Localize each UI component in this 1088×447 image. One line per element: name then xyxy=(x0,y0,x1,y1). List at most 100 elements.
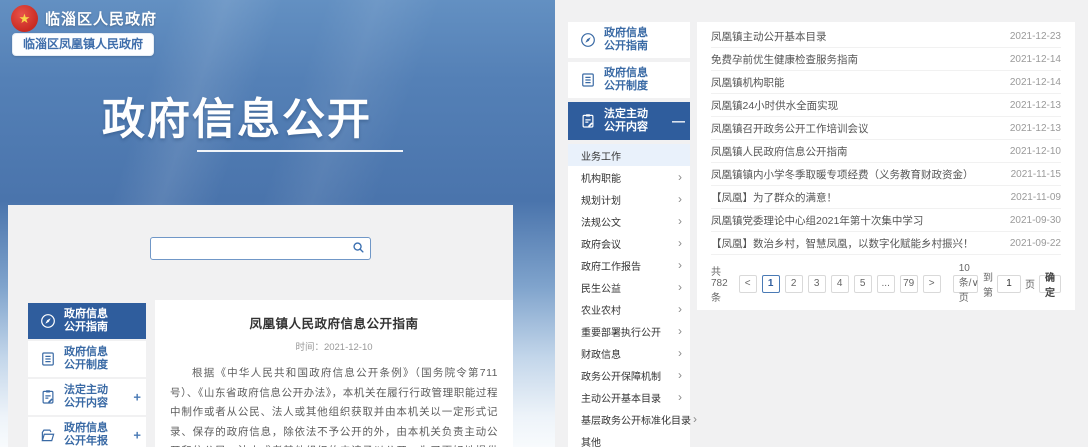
list-item-title: 凤凰镇镇内小学冬季取暖专项经费（义务教育财政资金） xyxy=(711,167,974,182)
page-size-select[interactable]: 10 条/页 ∨ xyxy=(953,275,978,293)
right-panel-statutory-disclosure-list: 政府信息公开指南 政府信息公开制度 法定主动公开内容 — 业务工作 机构职能› … xyxy=(555,0,1088,447)
folder-icon xyxy=(39,426,57,444)
expand-plus-icon[interactable]: + xyxy=(133,390,141,405)
article-date: 时间：2021-12-10 xyxy=(155,339,513,353)
submenu-item-planning[interactable]: 规划计划› xyxy=(568,188,690,210)
submenu-item-guarantee-mechanism[interactable]: 政务公开保障机制› xyxy=(568,364,690,386)
sidebar-item-label: 政府信息公开指南 xyxy=(604,27,648,53)
emblem-star-icon: ★ xyxy=(19,11,31,27)
page-ellipsis[interactable]: ... xyxy=(877,275,895,293)
list-item-title: 【凤凰】数治乡村，智慧凤凰，以数字化赋能乡村振兴！ xyxy=(711,236,974,251)
list-item[interactable]: 凤凰镇24小时供水全面实现2021-12-13 xyxy=(711,94,1061,117)
sidebar-item-label: 法定主动公开内容 xyxy=(64,384,108,410)
sidebar-item-disclosure-guide[interactable]: 政府信息公开指南 xyxy=(28,303,146,339)
sidebar-item-annual-report[interactable]: 政府信息公开年报 + xyxy=(28,417,146,447)
town-government-button[interactable]: 临淄区凤凰镇人民政府 xyxy=(12,33,154,56)
page: ★ 临淄区人民政府 临淄区凤凰镇人民政府 政府信息公开 政府信息公开指南 政府信… xyxy=(0,0,1088,447)
list-item[interactable]: 凤凰镇机构职能 2021-12-14 xyxy=(711,71,1061,94)
search-icon xyxy=(351,240,366,258)
submenu-item-agriculture[interactable]: 农业农村› xyxy=(568,298,690,320)
submenu-item-key-deployments[interactable]: 重要部署执行公开› xyxy=(568,320,690,342)
page-button-79[interactable]: 79 xyxy=(900,275,918,293)
sidebar-item-disclosure-system[interactable]: 政府信息公开制度 xyxy=(28,341,146,377)
topbar: ★ 临淄区人民政府 xyxy=(11,5,157,32)
list-item[interactable]: 【凤凰】为了群众的满意！2021-11-09 xyxy=(711,186,1061,209)
submenu-item-fiscal-info[interactable]: 财政信息› xyxy=(568,342,690,364)
sidebar-item-statutory-disclosure[interactable]: 法定主动公开内容 + xyxy=(28,379,146,415)
list-item[interactable]: 凤凰镇召开政务公开工作培训会议2021-12-13 xyxy=(711,117,1061,140)
chevron-right-icon: › xyxy=(678,170,682,184)
list-item[interactable]: 免费孕前优生健康检查服务指南 2021-12-14 xyxy=(711,48,1061,71)
pagination: 共 782 条 < 1 2 3 4 5 ... 79 > 10 条/页 ∨ 到第… xyxy=(711,263,1061,304)
submenu-item-livelihood[interactable]: 民生公益› xyxy=(568,276,690,298)
list-item-date: 2021-12-14 xyxy=(1010,54,1061,65)
submenu-item-work-report[interactable]: 政府工作报告› xyxy=(568,254,690,276)
site-name-link[interactable]: 临淄区人民政府 xyxy=(45,8,157,29)
sidebar-item-label: 法定主动公开内容 xyxy=(604,108,648,134)
goto-page-input[interactable] xyxy=(997,275,1021,293)
article-title: 凤凰镇人民政府信息公开指南 xyxy=(155,313,513,332)
goto-label: 到第 xyxy=(983,269,993,299)
goto-page-group: 到第 页 确定 xyxy=(983,269,1061,299)
expand-plus-icon[interactable]: + xyxy=(133,428,141,443)
list-item[interactable]: 凤凰镇主动公开基本目录 2021-12-23 xyxy=(711,25,1061,48)
list-item-title: 凤凰镇党委理论中心组2021年第十次集中学习 xyxy=(711,213,923,228)
list-item-date: 2021-12-13 xyxy=(1010,100,1061,111)
list-item[interactable]: 【凤凰】数治乡村，智慧凤凰，以数字化赋能乡村振兴！ 2021-09-22 xyxy=(711,232,1061,255)
list-item-date: 2021-09-30 xyxy=(1010,215,1061,226)
page-button-3[interactable]: 3 xyxy=(808,275,826,293)
list-item[interactable]: 凤凰镇党委理论中心组2021年第十次集中学习 2021-09-30 xyxy=(711,209,1061,232)
clipboard-pencil-icon xyxy=(579,112,597,130)
list-item-date: 2021-11-15 xyxy=(1011,169,1061,180)
list-item-date: 2021-12-23 xyxy=(1010,31,1061,42)
page-button-5[interactable]: 5 xyxy=(854,275,872,293)
list-item-title: 凤凰镇主动公开基本目录 xyxy=(711,29,827,44)
list-item-date: 2021-09-22 xyxy=(1010,238,1061,249)
sidebar-item-label: 政府信息公开制度 xyxy=(64,346,108,372)
chevron-right-icon: › xyxy=(693,412,697,426)
submenu-item-other[interactable]: 其他 xyxy=(568,430,690,447)
sidebar-item-label: 政府信息公开制度 xyxy=(604,67,648,93)
search-button[interactable] xyxy=(346,238,370,259)
sidebar-item-statutory-disclosure[interactable]: 法定主动公开内容 — xyxy=(568,102,690,140)
submenu-item-basic-catalog[interactable]: 主动公开基本目录› xyxy=(568,386,690,408)
chevron-right-icon: › xyxy=(678,214,682,228)
list-item-title: 凤凰镇机构职能 xyxy=(711,75,785,90)
national-emblem-logo: ★ xyxy=(11,5,38,32)
page-button-4[interactable]: 4 xyxy=(831,275,849,293)
submenu-item-gov-meetings[interactable]: 政府会议› xyxy=(568,232,690,254)
submenu-item-standardized-catalog[interactable]: 基层政务公开标准化目录› xyxy=(568,408,690,430)
left-panel-info-disclosure-home: ★ 临淄区人民政府 临淄区凤凰镇人民政府 政府信息公开 政府信息公开指南 政府信… xyxy=(0,0,555,447)
clipboard-pencil-icon xyxy=(39,388,57,406)
sidebar-item-label: 政府信息公开年报 xyxy=(64,422,108,447)
list-item-title: 免费孕前优生健康检查服务指南 xyxy=(711,52,858,67)
goto-confirm-button[interactable]: 确定 xyxy=(1039,275,1061,293)
submenu-item-org-functions[interactable]: 机构职能› xyxy=(568,166,690,188)
compass-icon xyxy=(579,31,597,49)
sidebar-item-label: 政府信息公开指南 xyxy=(64,308,108,334)
list-item-date: 2021-11-09 xyxy=(1011,192,1061,203)
document-lines-icon xyxy=(39,350,57,368)
submenu-item-business-work[interactable]: 业务工作 xyxy=(568,144,690,166)
list-item-date: 2021-12-14 xyxy=(1010,77,1061,88)
next-page-button[interactable]: > xyxy=(923,275,941,293)
list-item-date: 2021-12-13 xyxy=(1010,123,1061,134)
sidebar-item-disclosure-guide[interactable]: 政府信息公开指南 xyxy=(568,22,690,58)
page-button-1[interactable]: 1 xyxy=(762,275,780,293)
title-underline xyxy=(197,150,403,152)
left-sidebar: 政府信息公开指南 政府信息公开制度 法定主动公开内容 + 政府信息公开年报 + xyxy=(28,303,146,447)
submenu-item-regulations[interactable]: 法规公文› xyxy=(568,210,690,232)
article-list-card: 凤凰镇主动公开基本目录 2021-12-23 免费孕前优生健康检查服务指南 2021… xyxy=(697,22,1075,310)
prev-page-button[interactable]: < xyxy=(739,275,757,293)
chevron-right-icon: › xyxy=(678,236,682,250)
collapse-minus-icon[interactable]: — xyxy=(672,114,685,129)
sidebar-item-disclosure-system[interactable]: 政府信息公开制度 xyxy=(568,62,690,98)
list-item[interactable]: 凤凰镇镇内小学冬季取暖专项经费（义务教育财政资金） 2021-11-15 xyxy=(711,163,1061,186)
list-item[interactable]: 凤凰镇人民政府信息公开指南2021-12-10 xyxy=(711,140,1061,163)
page-button-2[interactable]: 2 xyxy=(785,275,803,293)
goto-unit-label: 页 xyxy=(1025,276,1035,291)
chevron-right-icon: › xyxy=(678,324,682,338)
caret-down-icon: ∨ xyxy=(971,278,978,289)
search-input[interactable] xyxy=(151,238,346,259)
compass-icon xyxy=(39,312,57,330)
